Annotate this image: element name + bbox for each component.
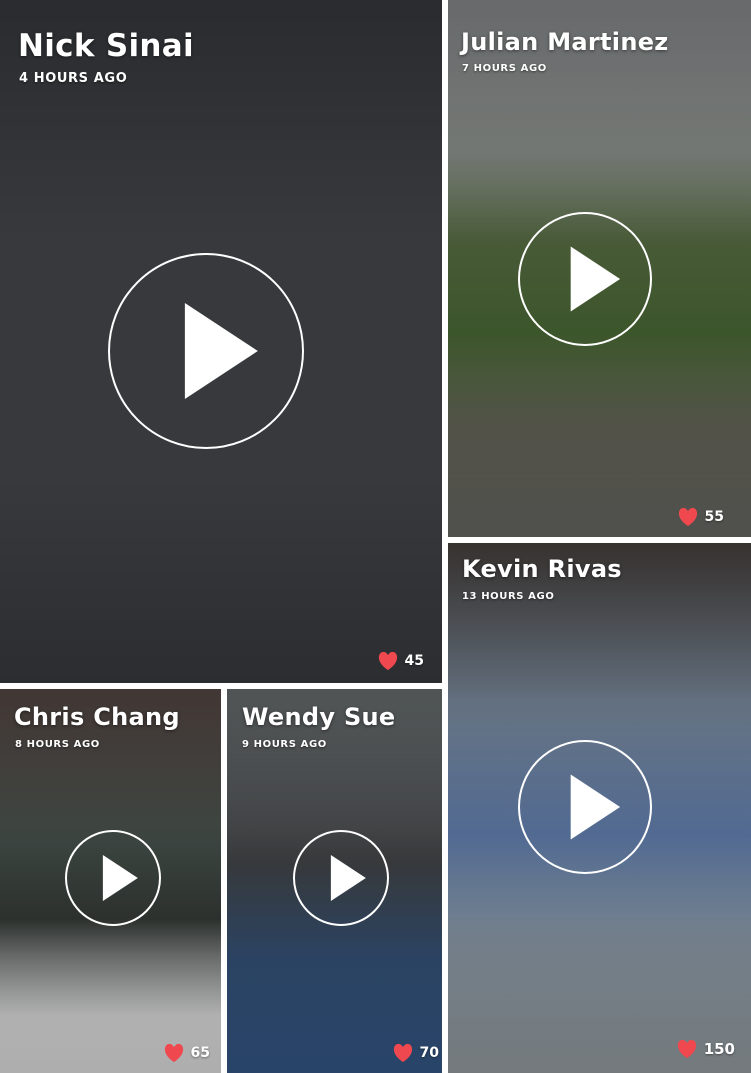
author-name: Chris Chang (14, 703, 180, 731)
heart-icon (677, 1039, 696, 1059)
like-count[interactable]: 55 (677, 507, 724, 527)
play-icon[interactable] (65, 830, 161, 926)
author-name: Julian Martinez (461, 28, 669, 56)
like-count[interactable]: 45 (377, 651, 424, 671)
play-icon[interactable] (293, 830, 389, 926)
timestamp: 9 HOURS AGO (242, 739, 327, 750)
video-card-chris-chang[interactable]: Chris Chang 8 HOURS AGO 65 (0, 689, 221, 1073)
heart-icon (393, 1043, 412, 1063)
play-icon[interactable] (518, 212, 652, 346)
timestamp: 8 HOURS AGO (15, 739, 100, 750)
like-count-value: 150 (703, 1040, 735, 1058)
like-count-value: 55 (704, 509, 724, 525)
like-count[interactable]: 65 (163, 1043, 210, 1063)
heart-icon (164, 1043, 183, 1063)
video-card-nick-sinai[interactable]: Nick Sinai 4 HOURS AGO 45 (0, 0, 442, 683)
like-count[interactable]: 70 (392, 1043, 439, 1063)
play-icon[interactable] (108, 253, 304, 449)
like-count[interactable]: 150 (676, 1039, 735, 1059)
author-name: Kevin Rivas (462, 555, 622, 583)
video-card-julian-martinez[interactable]: Julian Martinez 7 HOURS AGO 55 (448, 0, 751, 537)
like-count-value: 45 (404, 653, 424, 669)
timestamp: 13 HOURS AGO (462, 591, 555, 602)
like-count-value: 65 (190, 1045, 210, 1061)
timestamp: 7 HOURS AGO (462, 63, 547, 74)
like-count-value: 70 (419, 1045, 439, 1061)
author-name: Nick Sinai (18, 28, 194, 64)
timestamp: 4 HOURS AGO (19, 71, 128, 86)
play-icon[interactable] (518, 740, 652, 874)
heart-icon (678, 507, 697, 527)
video-card-kevin-rivas[interactable]: Kevin Rivas 13 HOURS AGO 150 (448, 543, 751, 1073)
heart-icon (378, 651, 397, 671)
author-name: Wendy Sue (242, 703, 396, 731)
video-card-wendy-sue[interactable]: Wendy Sue 9 HOURS AGO 70 (227, 689, 442, 1073)
